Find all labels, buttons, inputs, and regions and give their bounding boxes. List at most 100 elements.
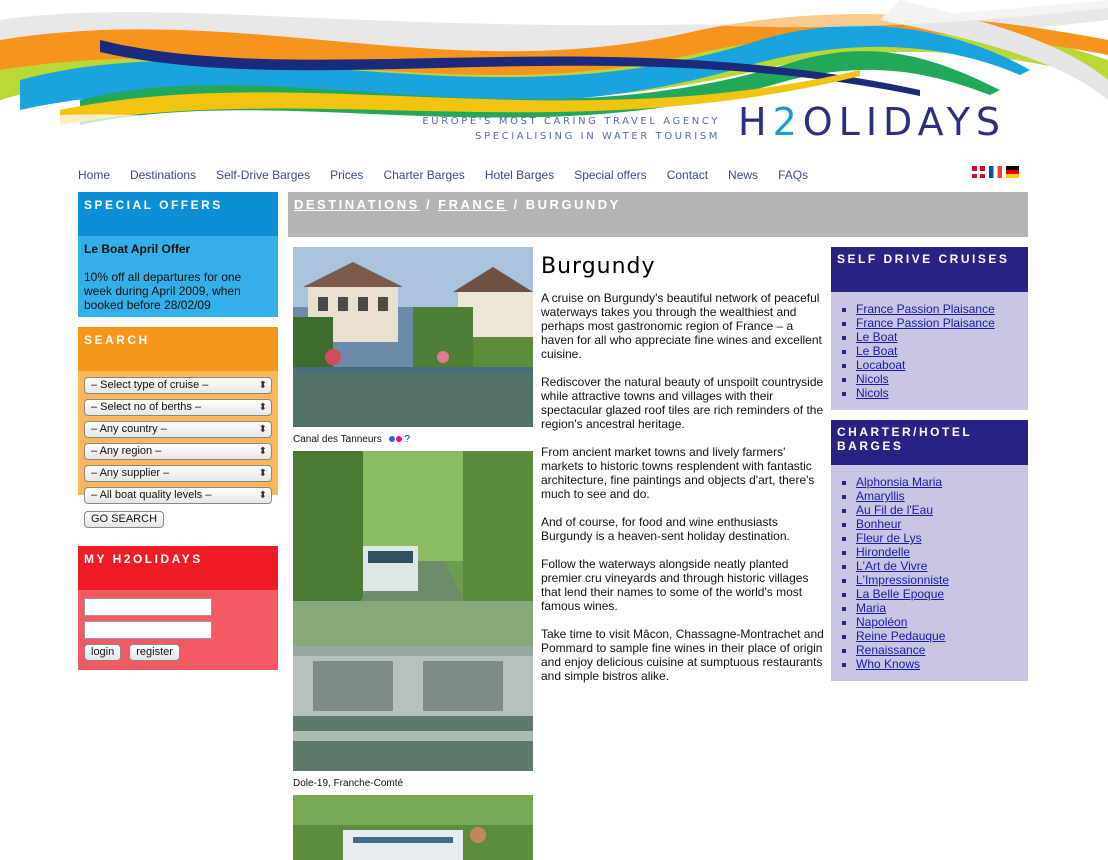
list-item: France Passion Plaisance: [856, 316, 1022, 330]
list-item: Au Fil de l'Eau: [856, 503, 1022, 517]
barge-link[interactable]: Hirondelle: [856, 545, 910, 559]
breadcrumb-destinations[interactable]: DESTINATIONS: [294, 197, 420, 212]
barge-link[interactable]: La Belle Epoque: [856, 587, 944, 601]
login-button[interactable]: login: [84, 644, 122, 661]
barge-link[interactable]: Alphonsia Maria: [856, 475, 942, 489]
list-item: Le Boat: [856, 344, 1022, 358]
berths-select[interactable]: – Select no of berths –: [84, 399, 272, 416]
special-offers-title: SPECIAL OFFERS: [78, 192, 278, 236]
photo-caption-1: Canal des Tanneurs ?: [293, 434, 410, 445]
article-paragraph: A cruise on Burgundy's beautiful network…: [541, 291, 822, 361]
self-drive-link[interactable]: Le Boat: [856, 330, 897, 344]
barge-link[interactable]: Napoléon: [856, 615, 907, 629]
photo-canal-des-tanneurs[interactable]: [293, 247, 533, 427]
nav-hotel-barges[interactable]: Hotel Barges: [485, 166, 554, 184]
my-account-title: MY H2OLIDAYS: [78, 546, 278, 590]
list-item: Le Boat: [856, 330, 1022, 344]
special-offers-body[interactable]: Le Boat April Offer 10% off all departur…: [78, 236, 278, 317]
nav-contact[interactable]: Contact: [667, 166, 708, 184]
nav-charter-barges[interactable]: Charter Barges: [383, 166, 464, 184]
logo-text-olidays: OLIDAYS: [802, 100, 1007, 144]
list-item: Maria: [856, 601, 1022, 615]
self-drive-link[interactable]: France Passion Plaisance: [856, 302, 995, 316]
charter-hotel-title: CHARTER/HOTEL BARGES: [831, 420, 1028, 465]
barge-link[interactable]: L'Impressionniste: [856, 573, 949, 587]
tagline-line-2: SPECIALISING IN WATER TOURISM: [475, 131, 720, 142]
self-drive-title: SELF DRIVE CRUISES: [831, 247, 1028, 292]
supplier-select[interactable]: – Any supplier –: [84, 465, 272, 482]
article: Burgundy A cruise on Burgundy's beautifu…: [541, 250, 827, 697]
charter-hotel-title-line-2: BARGES: [837, 439, 904, 453]
self-drive-link[interactable]: Nicols: [856, 372, 889, 386]
article-paragraph: And of course, for food and wine enthusi…: [541, 515, 790, 543]
barge-photo-image: [293, 795, 533, 860]
photo-caption-2: Dole-19, Franche-Comté: [293, 778, 404, 789]
list-item: Hirondelle: [856, 545, 1022, 559]
charter-hotel-list: Alphonsia Maria Amaryllis Au Fil de l'Ea…: [831, 465, 1028, 681]
my-account-panel: MY H2OLIDAYS login register: [78, 546, 278, 670]
username-field[interactable]: [84, 598, 212, 616]
german-flag-icon[interactable]: [1006, 166, 1019, 178]
nav-special-offers[interactable]: Special offers: [574, 166, 647, 184]
nav-news[interactable]: News: [728, 166, 758, 184]
list-item: Who Knows: [856, 657, 1022, 671]
dole-photo-image: [293, 451, 533, 771]
barge-link[interactable]: Fleur de Lys: [856, 531, 922, 545]
breadcrumb-current: BURGUNDY: [525, 197, 621, 212]
nav-home[interactable]: Home: [78, 166, 110, 184]
barge-link[interactable]: Au Fil de l'Eau: [856, 503, 933, 517]
canal-photo-image: [293, 247, 533, 427]
region-select[interactable]: – Any region –: [84, 443, 272, 460]
list-item: Nicols: [856, 386, 1022, 400]
list-item: Fleur de Lys: [856, 531, 1022, 545]
barge-link[interactable]: Amaryllis: [856, 489, 905, 503]
self-drive-link[interactable]: Locaboat: [856, 358, 905, 372]
nav-destinations[interactable]: Destinations: [130, 166, 196, 184]
main-nav: Home Destinations Self-Drive Barges Pric…: [78, 166, 828, 184]
article-paragraph: Take time to visit Mâcon, Chassagne-Mont…: [541, 627, 824, 683]
barge-link[interactable]: Who Knows: [856, 657, 920, 671]
login-form: login register: [78, 590, 278, 670]
list-item: Napoléon: [856, 615, 1022, 629]
list-item: Renaissance: [856, 643, 1022, 657]
photo-barge[interactable]: [293, 795, 533, 860]
english-flag-icon[interactable]: [972, 166, 985, 178]
site-logo[interactable]: H2OLIDAYS: [738, 100, 1006, 144]
self-drive-panel: SELF DRIVE CRUISES France Passion Plaisa…: [831, 247, 1028, 410]
nav-self-drive-barges[interactable]: Self-Drive Barges: [216, 166, 310, 184]
header-banner: EUROPE'S MOST CARING TRAVEL AGENCY SPECI…: [0, 0, 1108, 160]
barge-link[interactable]: Maria: [856, 601, 886, 615]
self-drive-link[interactable]: Le Boat: [856, 344, 897, 358]
login-buttons: login register: [84, 644, 272, 661]
charter-hotel-title-line-1: CHARTER/HOTEL: [837, 425, 973, 439]
flickr-blue-dot-icon: [388, 436, 395, 442]
logo-text-2: 2: [772, 100, 803, 144]
barge-link[interactable]: Bonheur: [856, 517, 901, 531]
barge-link[interactable]: L'Art de Vivre: [856, 559, 927, 573]
go-search-button[interactable]: GO SEARCH: [84, 511, 165, 528]
photo-info-link[interactable]: ?: [404, 434, 410, 445]
photo-dole[interactable]: [293, 451, 533, 771]
list-item: L'Impressionniste: [856, 573, 1022, 587]
breadcrumb-separator: /: [419, 197, 439, 212]
offer-text: 10% off all departures for one week duri…: [84, 270, 242, 312]
nav-prices[interactable]: Prices: [330, 166, 363, 184]
nav-faqs[interactable]: FAQs: [778, 166, 808, 184]
offer-title[interactable]: Le Boat April Offer: [84, 242, 272, 256]
password-field[interactable]: [84, 621, 212, 639]
search-panel: SEARCH – Select type of cruise – – Selec…: [78, 327, 278, 528]
tagline: EUROPE'S MOST CARING TRAVEL AGENCY SPECI…: [422, 114, 720, 144]
language-switcher: [972, 166, 1019, 178]
french-flag-icon[interactable]: [989, 166, 1002, 178]
breadcrumb-france[interactable]: FRANCE: [438, 197, 507, 212]
boat-quality-select[interactable]: – All boat quality levels –: [84, 487, 272, 504]
barge-link[interactable]: Reine Pedauque: [856, 629, 945, 643]
charter-hotel-panel: CHARTER/HOTEL BARGES Alphonsia Maria Ama…: [831, 420, 1028, 681]
country-select[interactable]: – Any country –: [84, 421, 272, 438]
list-item: La Belle Epoque: [856, 587, 1022, 601]
register-button[interactable]: register: [129, 644, 180, 661]
cruise-type-select[interactable]: – Select type of cruise –: [84, 377, 272, 394]
self-drive-link[interactable]: France Passion Plaisance: [856, 316, 995, 330]
barge-link[interactable]: Renaissance: [856, 643, 925, 657]
self-drive-link[interactable]: Nicols: [856, 386, 889, 400]
